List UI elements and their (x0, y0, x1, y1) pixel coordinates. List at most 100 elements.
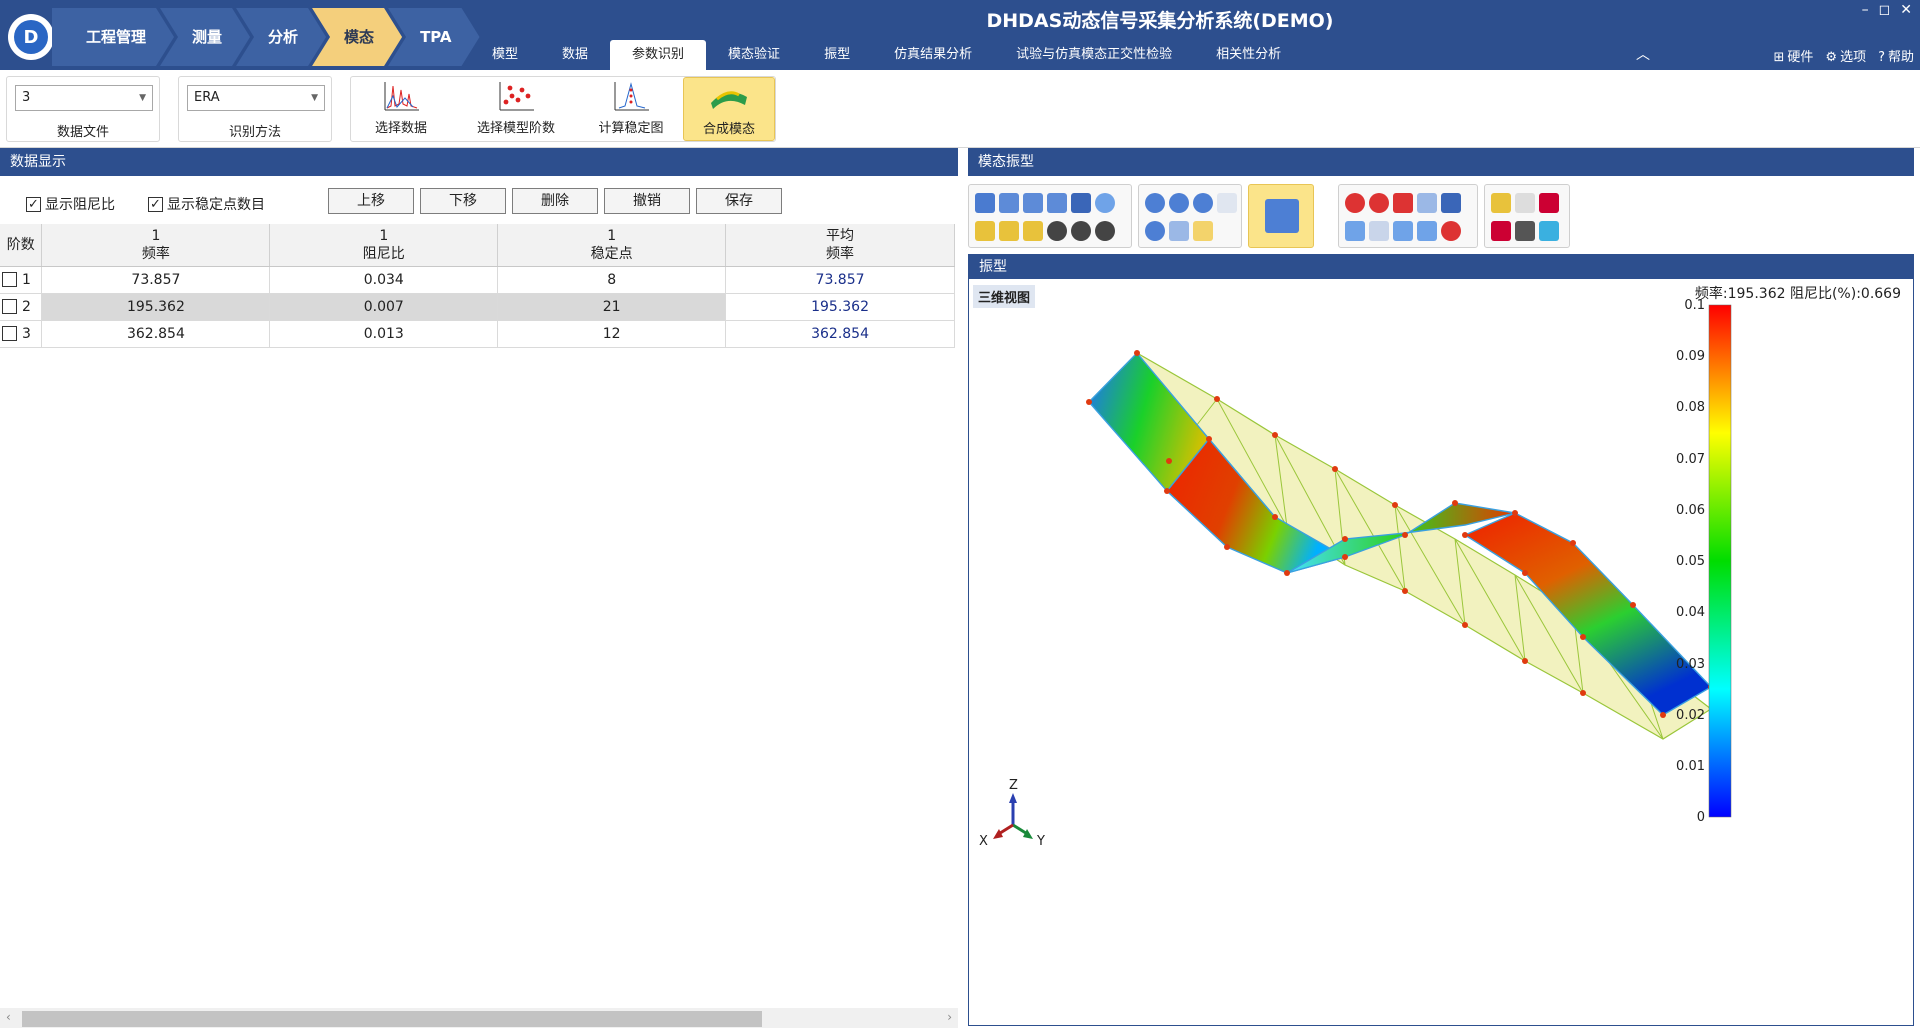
zoom-fit-icon[interactable] (1193, 193, 1213, 213)
zoom-in-icon[interactable] (1145, 193, 1165, 213)
color-map-icon[interactable] (1539, 193, 1559, 213)
record-icon[interactable] (1369, 193, 1389, 213)
zoom-region-icon[interactable] (1169, 221, 1189, 241)
top-view-icon[interactable] (1047, 193, 1067, 213)
column-header-order[interactable]: 阶数 (0, 224, 43, 267)
mesh-node (1512, 510, 1518, 516)
column-header-avg-frequency[interactable]: 平均 频率 (725, 224, 955, 267)
move-up-button[interactable]: 上移 (328, 188, 414, 214)
tab-data[interactable]: 数据 (540, 40, 610, 70)
select-data-button[interactable]: 选择数据 (353, 77, 449, 141)
view-toolbar (962, 180, 1920, 252)
scrollbar-thumb[interactable] (22, 1011, 762, 1027)
data-file-select[interactable]: 3 ▼ (15, 85, 153, 111)
fast-icon[interactable] (1393, 193, 1413, 213)
arrow-left-icon[interactable] (1417, 221, 1437, 241)
tab-model[interactable]: 模型 (470, 40, 540, 70)
frequency-cell: 362.854 (41, 320, 271, 348)
restore-icon[interactable]: ◻ (1879, 2, 1891, 18)
mesh-node (1452, 500, 1458, 506)
show-damping-checkbox[interactable]: ✓ 显示阻尼比 (26, 194, 115, 214)
column-header-stable-points[interactable]: 1 稳定点 (497, 224, 727, 267)
show-stable-count-checkbox[interactable]: ✓ 显示稳定点数目 (148, 194, 265, 214)
move-down-button[interactable]: 下移 (420, 188, 506, 214)
crumb-project[interactable]: 工程管理 (52, 8, 174, 66)
scale-value-icon[interactable] (1369, 221, 1389, 241)
save-button[interactable]: 保存 (696, 188, 782, 214)
zoom-out-icon[interactable] (1169, 193, 1189, 213)
mesh-node (1224, 544, 1230, 550)
table-row[interactable]: 3 362.854 0.013 12 362.854 (0, 320, 955, 348)
tab-orthogonality-check[interactable]: 试验与仿真模态正交性检验 (994, 40, 1194, 70)
animate-toggle-group (1248, 184, 1314, 248)
arrow-down-icon[interactable] (1393, 221, 1413, 241)
close-icon[interactable]: ✕ (1900, 2, 1912, 18)
app-logo: D (8, 14, 54, 60)
mesh-node (1164, 488, 1170, 494)
column-header-frequency[interactable]: 1 频率 (41, 224, 271, 267)
zoom-window-icon[interactable] (1145, 221, 1165, 241)
table-row[interactable]: 1 73.857 0.034 8 73.857 (0, 266, 955, 294)
label-display-icon[interactable] (1047, 221, 1067, 241)
front-view-icon[interactable] (999, 193, 1019, 213)
hand-pan-icon[interactable] (1193, 221, 1213, 241)
line-display-icon[interactable] (999, 221, 1019, 241)
axes-icon[interactable] (1217, 193, 1237, 213)
contour-icon[interactable] (1491, 221, 1511, 241)
mode-shape-canvas[interactable]: 0.1 0.09 0.08 0.07 0.06 0.05 0.04 0.03 0… (969, 279, 1913, 1025)
grid-view-icon[interactable] (1071, 193, 1091, 213)
axis-y-label: Y (1036, 834, 1045, 849)
mesh-node (1402, 532, 1408, 538)
delete-button[interactable]: 删除 (512, 188, 598, 214)
loop-icon[interactable] (1417, 193, 1437, 213)
axis-display-icon[interactable] (1095, 221, 1115, 241)
help-button[interactable]: ? 帮助 (1878, 46, 1914, 65)
iso-view-icon[interactable] (975, 193, 995, 213)
column-header-damping[interactable]: 1 阻尼比 (269, 224, 499, 267)
tab-modal-validation[interactable]: 模态验证 (706, 40, 802, 70)
scroll-left-icon[interactable]: ‹ (6, 1010, 11, 1024)
deform-icon[interactable] (1491, 193, 1511, 213)
number-display-icon[interactable] (1071, 221, 1091, 241)
collapse-ribbon-icon[interactable]: ︿ (1636, 44, 1650, 64)
minimize-icon[interactable]: – (1862, 2, 1869, 18)
scroll-right-icon[interactable]: › (947, 1010, 952, 1024)
hardware-button[interactable]: ⊞ 硬件 (1773, 46, 1813, 65)
tab-parameter-identification[interactable]: 参数识别 (610, 40, 707, 70)
slow-icon[interactable] (1345, 193, 1365, 213)
wave-icon[interactable] (1515, 193, 1535, 213)
tab-simulation-analysis[interactable]: 仿真结果分析 (872, 40, 994, 70)
picture-icon[interactable] (1539, 221, 1559, 241)
select-model-order-button[interactable]: 选择模型阶数 (461, 77, 571, 141)
tab-mode-shape[interactable]: 振型 (802, 40, 872, 70)
synthesize-modes-button[interactable]: 合成模态 (683, 77, 775, 141)
row-checkbox[interactable] (2, 272, 17, 287)
row-checkbox[interactable] (2, 326, 17, 341)
tab-correlation-analysis[interactable]: 相关性分析 (1194, 40, 1303, 70)
points-icon[interactable] (1441, 221, 1461, 241)
table-row[interactable]: 2 195.362 0.007 21 195.362 (0, 293, 955, 321)
avg-frequency-cell: 195.362 (725, 293, 955, 321)
axis-z-label: Z (1009, 778, 1018, 793)
row-checkbox[interactable] (2, 299, 17, 314)
compute-stability-button[interactable]: 计算稳定图 (583, 77, 679, 141)
row-order-cell: 2 (0, 293, 43, 321)
animation-icon[interactable] (1265, 199, 1299, 233)
undo-button[interactable]: 撤销 (604, 188, 690, 214)
horizontal-scrollbar[interactable]: ‹ › (0, 1008, 958, 1028)
pause-icon[interactable] (1441, 193, 1461, 213)
options-button[interactable]: ⚙ 选项 (1825, 46, 1866, 65)
side-view-icon[interactable] (1023, 193, 1043, 213)
row-order-cell: 1 (0, 266, 43, 294)
mesh-node (1166, 458, 1172, 464)
column-header-label: 阶数 (6, 236, 35, 253)
node-display-icon[interactable] (975, 221, 995, 241)
video-icon[interactable] (1515, 221, 1535, 241)
method-select[interactable]: ERA ▼ (187, 85, 325, 111)
arrow-up-icon[interactable] (1345, 221, 1365, 241)
damping-cell: 0.013 (269, 320, 499, 348)
surface-display-icon[interactable] (1023, 221, 1043, 241)
pan-arrows-icon[interactable] (1095, 193, 1115, 213)
checkbox-checked-icon: ✓ (148, 196, 163, 212)
colorbar-label: 0.08 (1676, 400, 1705, 415)
